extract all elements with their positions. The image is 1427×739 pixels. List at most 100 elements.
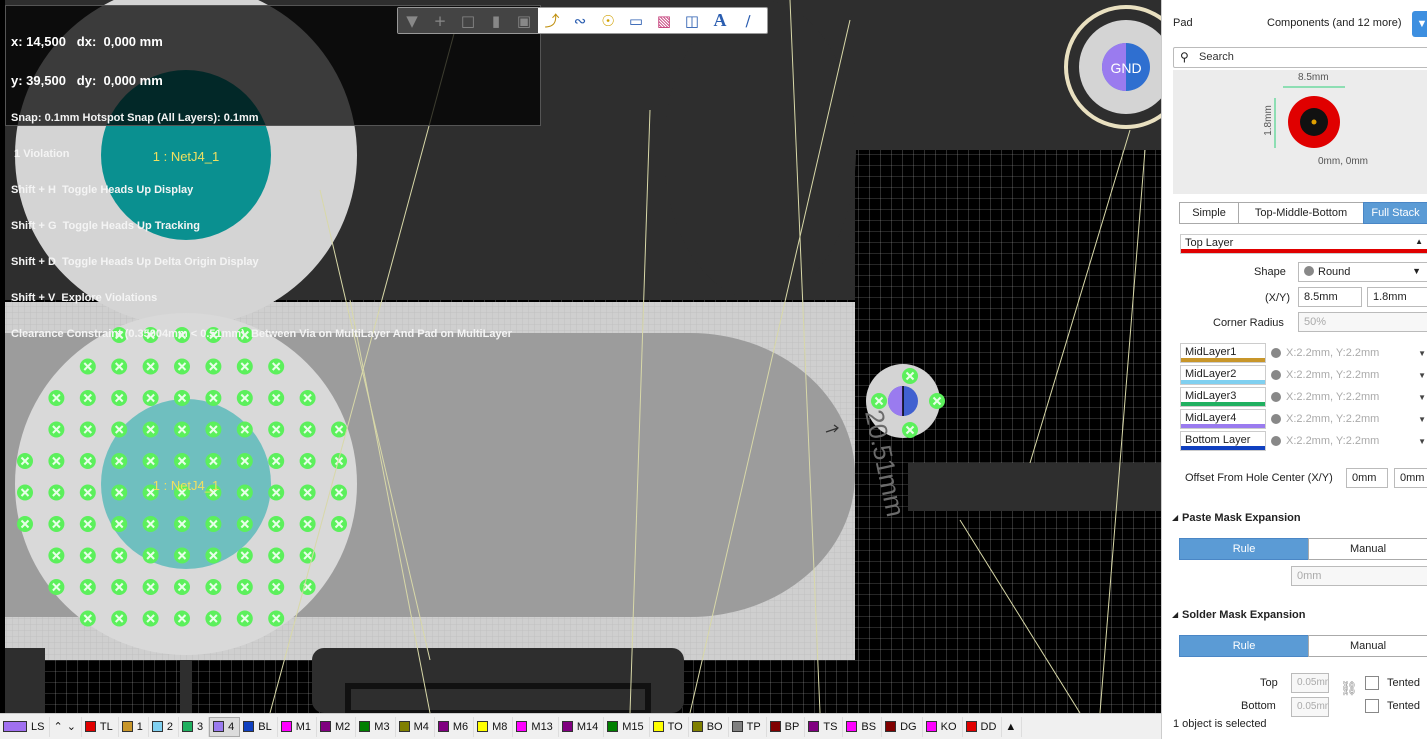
layer-tab-m8[interactable]: M8: [474, 716, 514, 737]
chevron-down-icon[interactable]: ▼: [1418, 415, 1427, 424]
paste-manual-button[interactable]: Manual: [1308, 538, 1427, 560]
size-x-input[interactable]: 8.5mm: [1298, 287, 1362, 307]
via: [235, 515, 254, 533]
tab-simple[interactable]: Simple: [1179, 202, 1239, 224]
solder-manual-button[interactable]: Manual: [1308, 635, 1427, 657]
layer-tab-tp[interactable]: TP: [729, 716, 767, 737]
size-y-input[interactable]: 1.8mm: [1367, 287, 1427, 307]
line-icon[interactable]: ∕: [734, 8, 762, 33]
link-icon[interactable]: ⛓: [1340, 680, 1358, 697]
via-icon[interactable]: ☉: [594, 8, 622, 33]
via: [110, 483, 129, 502]
layer-row-midlayer4[interactable]: MidLayer4 X:2.2mm, Y:2.2mm ▼: [1180, 409, 1427, 429]
layer-scroll-right[interactable]: ▲: [1002, 716, 1023, 737]
search-input[interactable]: ⚲ Search: [1173, 47, 1427, 68]
plus-icon[interactable]: +: [426, 8, 454, 33]
chevron-down-icon[interactable]: ▼: [1418, 393, 1427, 402]
layer-tab-m3[interactable]: M3: [356, 716, 396, 737]
via: [78, 515, 97, 533]
solder-rule-button[interactable]: Rule: [1179, 635, 1309, 657]
layer-tab-m4[interactable]: M4: [396, 716, 435, 737]
layer-size-value[interactable]: X:2.2mm, Y:2.2mm: [1286, 347, 1418, 359]
round-shape-icon: [1271, 436, 1281, 446]
paste-rule-button[interactable]: Rule: [1179, 538, 1309, 560]
layer-tab-bs[interactable]: BS: [843, 716, 883, 737]
collapse-solder-icon[interactable]: ◢: [1172, 610, 1178, 619]
collapse-paste-icon[interactable]: ◢: [1172, 513, 1178, 522]
layer-name: MidLayer3: [1180, 387, 1266, 407]
offset-x-input[interactable]: 0mm: [1346, 468, 1388, 488]
layer-tab-m2[interactable]: M2: [317, 716, 357, 737]
via: [78, 483, 97, 502]
chevron-down-icon[interactable]: ⌄: [67, 720, 76, 733]
rect-select-icon[interactable]: □: [454, 8, 482, 33]
layer-scroll-buttons[interactable]: ⌃ ⌄: [50, 716, 82, 737]
layer-tab-label: M6: [452, 720, 469, 733]
dimension-icon[interactable]: ◫: [678, 8, 706, 33]
layer-row-midlayer3[interactable]: MidLayer3 X:2.2mm, Y:2.2mm ▼: [1180, 387, 1427, 407]
layer-row-midlayer1[interactable]: MidLayer1 X:2.2mm, Y:2.2mm ▼: [1180, 343, 1427, 363]
filter-button[interactable]: ▼: [1412, 11, 1427, 37]
chip-icon[interactable]: ▣: [510, 8, 538, 33]
layer-tab-bp[interactable]: BP: [767, 716, 806, 737]
layer-size-value[interactable]: X:2.2mm, Y:2.2mm: [1286, 369, 1418, 381]
layer-row-bottom-layer[interactable]: Bottom Layer X:2.2mm, Y:2.2mm ▼: [1180, 431, 1427, 451]
offset-y-input[interactable]: 0mm: [1394, 468, 1427, 488]
layer-tab-3[interactable]: 3: [179, 716, 210, 737]
layer-size-value[interactable]: X:2.2mm, Y:2.2mm: [1286, 413, 1418, 425]
layer-tab-ts[interactable]: TS: [805, 716, 844, 737]
text-icon[interactable]: A: [706, 8, 734, 33]
layer-tab-dg[interactable]: DG: [882, 716, 923, 737]
layer-tab-ls[interactable]: LS: [0, 716, 51, 737]
route-icon[interactable]: ⤴: [538, 8, 566, 33]
keepout-icon[interactable]: ▧: [650, 8, 678, 33]
filter-label[interactable]: Components (and 12 more): [1267, 17, 1402, 29]
layer-tab-2[interactable]: 2: [149, 716, 179, 737]
layer-color-bar: [1181, 402, 1265, 406]
shape-select[interactable]: Round ▼: [1298, 262, 1427, 282]
layer-tab-4[interactable]: 4: [209, 716, 241, 737]
layer-tab-tl[interactable]: TL: [82, 716, 119, 737]
chevron-down-icon[interactable]: ▼: [1418, 371, 1427, 380]
layer-tab-ko[interactable]: KO: [923, 716, 963, 737]
solder-top-input[interactable]: 0.05mm: [1291, 673, 1329, 693]
layer-tab-1[interactable]: 1: [119, 716, 149, 737]
layer-tab-bo[interactable]: BO: [689, 716, 729, 737]
layer-row-midlayer2[interactable]: MidLayer2 X:2.2mm, Y:2.2mm ▼: [1180, 365, 1427, 385]
layer-tab-dd[interactable]: DD: [963, 716, 1003, 737]
pcb-canvas[interactable]: 1 : NetJ4_1 1 : NetJ4_1 20.51mm GND x: 1…: [0, 0, 1161, 713]
layer-tab-m15[interactable]: M15: [604, 716, 650, 737]
chevron-down-icon[interactable]: ▼: [1418, 349, 1427, 358]
paste-value-input[interactable]: 0mm: [1291, 566, 1427, 586]
layer-tab-to[interactable]: TO: [650, 716, 689, 737]
chevron-up-icon[interactable]: ⌃: [53, 720, 62, 733]
layer-size-value[interactable]: X:2.2mm, Y:2.2mm: [1286, 435, 1418, 447]
chevron-up-icon[interactable]: ▲: [1005, 721, 1016, 733]
layer-size-value[interactable]: X:2.2mm, Y:2.2mm: [1286, 391, 1418, 403]
layer-color-swatch: [320, 721, 331, 732]
tab-full-stack[interactable]: Full Stack: [1363, 202, 1427, 224]
layer-tab-m13[interactable]: M13: [513, 716, 559, 737]
layer-tab-m14[interactable]: M14: [559, 716, 605, 737]
round-shape-icon: [1271, 414, 1281, 424]
xy-label: (X/Y): [1265, 292, 1291, 304]
via: [267, 515, 286, 533]
layer-color-swatch: [691, 721, 703, 732]
chart-icon[interactable]: ▮: [482, 8, 510, 33]
corner-radius-input[interactable]: 50%: [1298, 312, 1427, 332]
collapse-icon[interactable]: ▲: [1415, 237, 1423, 246]
filter-icon[interactable]: ▼: [398, 8, 426, 33]
layer-name-text: Bottom Layer: [1185, 434, 1251, 446]
solder-bottom-input[interactable]: 0.05mm: [1291, 697, 1329, 717]
polygon-icon[interactable]: ▭: [622, 8, 650, 33]
layer-tab-m6[interactable]: M6: [435, 716, 475, 737]
via: [267, 483, 286, 502]
chevron-down-icon[interactable]: ▼: [1418, 437, 1427, 446]
tented-top-checkbox[interactable]: [1365, 676, 1379, 690]
tab-top-middle-bottom[interactable]: Top-Middle-Bottom: [1238, 202, 1364, 224]
layer-tab-m1[interactable]: M1: [278, 716, 317, 737]
layer-tab-bl[interactable]: BL: [240, 716, 278, 737]
layer-color-swatch: [84, 721, 96, 732]
tented-bottom-checkbox[interactable]: [1365, 699, 1379, 713]
meander-icon[interactable]: ∾: [566, 8, 594, 33]
